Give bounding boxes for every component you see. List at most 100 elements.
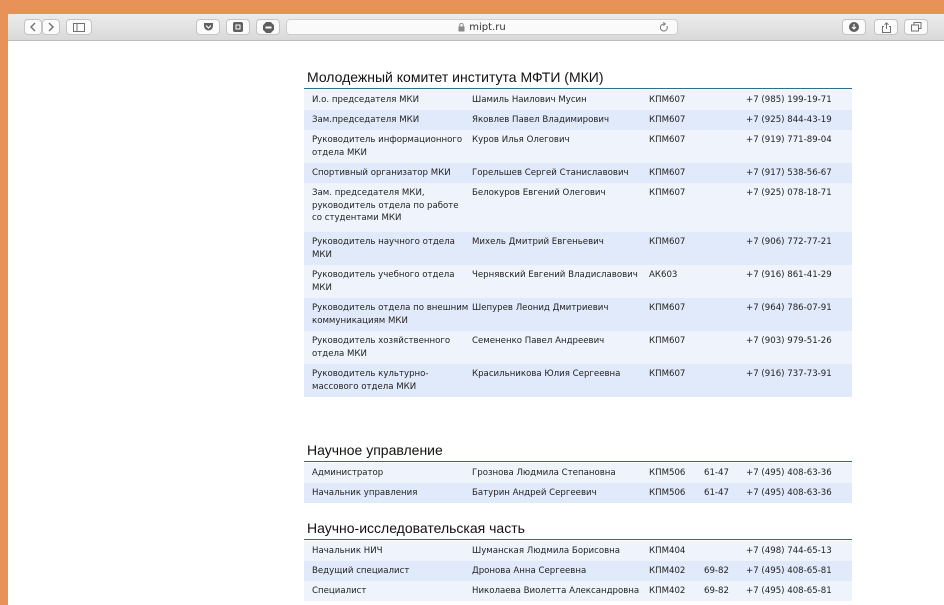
phone-cell[interactable]: +7 (906) 772-77-21 (746, 236, 832, 249)
table-row: Зам. председателя МКИ, руководитель отде… (304, 183, 852, 232)
name-cell: Красильникова Юлия Сергеевна (472, 369, 621, 379)
page-content: Молодежный комитет института МФТИ (МКИ) И… (8, 41, 944, 605)
table-row: Руководитель хозяйственного отдела МКИ Се… (304, 331, 852, 364)
extension-button[interactable] (226, 19, 250, 35)
browser-window: mipt.ru Молодежный комитет института МФТ… (8, 14, 944, 605)
extension-cell: 69-82 (704, 586, 729, 596)
table-row: И.о. председателя МКИ Шамиль Наилович Мус… (304, 90, 852, 110)
name-cell: Чернявский Евгений Владиславович (472, 270, 638, 280)
phone-cell[interactable]: +7 (925) 844-43-19 (746, 114, 832, 127)
sidebar-button[interactable] (66, 19, 92, 35)
name-cell: Яковлев Павел Владимирович (472, 115, 610, 125)
name-cell: Семененко Павел Андреевич (472, 336, 605, 346)
contact-section: Научно-исследовательская часть Начальник … (304, 519, 852, 601)
extension-icon (233, 22, 243, 32)
tabs-overview-button[interactable] (904, 19, 928, 35)
room-cell: КПМ607 (649, 336, 686, 346)
position-cell: Руководитель отдела по внешним коммуника… (312, 303, 469, 326)
share-button[interactable] (874, 19, 898, 35)
phone-cell[interactable]: +7 (917) 538-56-67 (746, 167, 832, 180)
position-cell: Руководитель культурно-массового отдела … (312, 369, 429, 392)
room-cell: АК603 (649, 270, 678, 280)
table-row: Начальник управления Батурин Андрей Серге… (304, 483, 852, 503)
phone-cell[interactable]: +7 (498) 744-65-13 (746, 545, 832, 558)
room-cell: КПМ607 (649, 303, 686, 313)
phone-cell[interactable]: +7 (916) 861-41-29 (746, 269, 832, 282)
name-cell: Шепурев Леонид Дмитриевич (472, 303, 609, 313)
extension-cell: 69-82 (704, 566, 729, 576)
name-cell: Дронова Анна Сергеевна (472, 566, 587, 576)
room-cell: КПМ607 (649, 95, 686, 105)
phone-cell[interactable]: +7 (495) 408-65-81 (746, 585, 832, 598)
section-title: Молодежный комитет института МФТИ (МКИ) (304, 68, 852, 89)
name-cell: Шуманская Людмила Борисовна (472, 546, 621, 556)
phone-cell[interactable]: +7 (495) 408-65-81 (746, 565, 832, 578)
room-cell: КПМ506 (649, 488, 686, 498)
phone-cell[interactable]: +7 (964) 786-07-91 (746, 302, 832, 315)
section-title: Научно-исследовательская часть (304, 519, 852, 540)
back-button[interactable] (24, 19, 42, 35)
lock-icon (458, 22, 465, 32)
phone-cell[interactable]: +7 (916) 737-73-91 (746, 368, 832, 381)
name-cell: Белокуров Евгений Олегович (472, 188, 606, 198)
position-cell: Ведущий специалист (312, 566, 410, 576)
contact-section: Молодежный комитет института МФТИ (МКИ) И… (304, 68, 852, 397)
forward-button[interactable] (42, 19, 60, 35)
position-cell: Специалист (312, 586, 367, 596)
phone-cell[interactable]: +7 (495) 408-63-36 (746, 467, 832, 480)
room-cell: КПМ607 (649, 237, 686, 247)
adblock-button[interactable] (256, 19, 280, 35)
table-row: Руководитель научного отдела МКИ Михель Д… (304, 232, 852, 265)
name-cell: Грознова Людмила Степановна (472, 468, 616, 478)
chevron-left-icon (30, 22, 36, 32)
table-row: Ведущий специалист Дронова Анна Сергеевна… (304, 561, 852, 581)
phone-cell[interactable]: +7 (919) 771-89-04 (746, 134, 832, 147)
table-row: Руководитель культурно-массового отдела … (304, 364, 852, 397)
room-cell: КПМ402 (649, 586, 686, 596)
room-cell: КПМ404 (649, 546, 686, 556)
room-cell: КПМ607 (649, 168, 686, 178)
browser-toolbar: mipt.ru (8, 14, 944, 41)
contact-section: Научное управление Администратор Грознова … (304, 441, 852, 503)
position-cell: Руководитель учебного отдела МКИ (312, 270, 455, 293)
position-cell: И.о. председателя МКИ (312, 95, 420, 105)
room-cell: КПМ506 (649, 468, 686, 478)
table-row: Руководитель отдела по внешним коммуника… (304, 298, 852, 331)
name-cell: Михель Дмитрий Евгеньевич (472, 237, 604, 247)
position-cell: Начальник НИЧ (312, 546, 383, 556)
url-text: mipt.ru (469, 21, 506, 33)
room-cell: КПМ607 (649, 115, 686, 125)
share-icon (881, 21, 891, 33)
table-row: Начальник НИЧ Шуманская Людмила Борисовна… (304, 541, 852, 561)
position-cell: Администратор (312, 468, 384, 478)
phone-cell[interactable]: +7 (925) 078-18-71 (746, 187, 832, 200)
position-cell: Руководитель информационного отдела МКИ (312, 135, 463, 158)
position-cell: Руководитель хозяйственного отдела МКИ (312, 336, 451, 359)
name-cell: Горельшев Сергей Станиславович (472, 168, 629, 178)
room-cell: КПМ607 (649, 188, 686, 198)
reload-icon[interactable] (659, 21, 669, 36)
phone-cell[interactable]: +7 (985) 199-19-71 (746, 94, 832, 107)
downloads-button[interactable] (842, 19, 866, 35)
table-row: Руководитель информационного отдела МКИ К… (304, 130, 852, 163)
table-row: Руководитель учебного отдела МКИ Чернявск… (304, 265, 852, 298)
download-icon (849, 22, 859, 32)
name-cell: Куров Илья Олегович (472, 135, 570, 145)
room-cell: КПМ402 (649, 566, 686, 576)
name-cell: Батурин Андрей Сергеевич (472, 488, 597, 498)
room-cell: КПМ607 (649, 135, 686, 145)
extension-cell: 61-47 (704, 488, 729, 498)
name-cell: Николаева Виолетта Александровна (472, 586, 640, 596)
phone-cell[interactable]: +7 (495) 408-63-36 (746, 487, 832, 500)
address-bar[interactable]: mipt.ru (286, 19, 678, 35)
position-cell: Зам. председателя МКИ, руководитель отде… (312, 188, 459, 223)
phone-cell[interactable]: +7 (903) 979-51-26 (746, 335, 832, 348)
table-row: Спортивный организатор МКИ Горельшев Серг… (304, 163, 852, 183)
section-title: Научное управление (304, 441, 852, 462)
pocket-button[interactable] (196, 19, 220, 35)
tabs-icon (910, 22, 921, 32)
adblock-icon (262, 21, 274, 33)
pocket-icon (203, 23, 213, 31)
chevron-right-icon (48, 22, 54, 32)
position-cell: Спортивный организатор МКИ (312, 168, 451, 178)
